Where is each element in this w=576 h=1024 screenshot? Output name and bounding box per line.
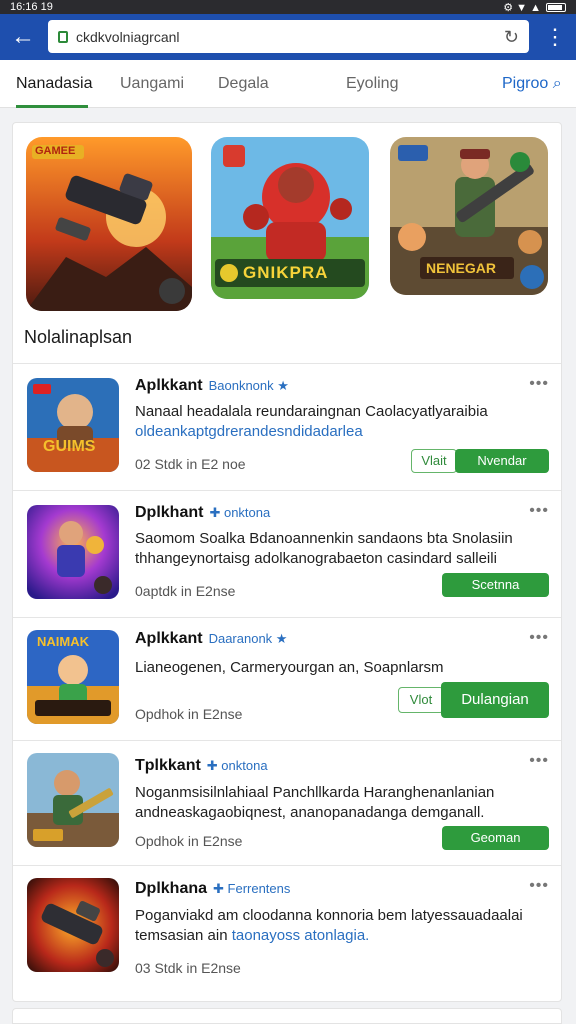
url-text: ckdkvolniagrcanl <box>76 28 180 45</box>
status-bar: 16:16 19 ⚙ ▼ ▲ <box>0 0 576 14</box>
app-meta: 03 Stdk in E2nse <box>135 960 241 976</box>
desc-highlight: taonayoss atonlagia. <box>231 927 370 944</box>
app-title: Aplkkant Baonknonk ★ <box>135 377 289 395</box>
app-description: Nanaal headalala reundaraingnan Caolacya… <box>135 402 545 442</box>
app-description: Saomom Soalka Bdanoannenkin sandaons bta… <box>135 530 513 567</box>
app-title-text: Aplkkant <box>135 630 203 647</box>
featured-caption: NENEGAR <box>426 260 497 276</box>
more-options-icon[interactable]: ••• <box>529 629 549 647</box>
secondary-button[interactable]: Vlot <box>398 687 444 713</box>
app-tag: Baonknonk ★ <box>208 378 289 393</box>
more-options-icon[interactable]: ••• <box>529 375 549 393</box>
status-icons-text: ⚙ ▼ ▲ <box>503 1 541 14</box>
app-title: Tplkkant ✚ onktona <box>135 757 268 775</box>
app-thumbnail: NAIMAK <box>27 630 119 724</box>
primary-button[interactable]: Dulangian <box>441 682 549 718</box>
app-title-text: Tplkkant <box>135 757 201 774</box>
more-options-icon[interactable]: ••• <box>529 752 549 770</box>
lock-icon <box>58 30 68 43</box>
more-options-icon[interactable]: ••• <box>529 502 549 520</box>
app-tag: ✚ onktona <box>206 758 268 773</box>
secondary-button[interactable]: Vlait <box>411 449 457 473</box>
tab-pigroo[interactable]: Pigroo ⌕ <box>502 60 562 108</box>
overflow-menu-icon[interactable]: ⋮ <box>544 24 566 50</box>
back-arrow-icon[interactable]: ← <box>0 14 46 60</box>
app-title-text: Dplkhant <box>135 504 204 521</box>
primary-button[interactable]: Nvendar <box>455 449 549 473</box>
search-icon: ⌕ <box>548 75 562 92</box>
featured-badge: GAMEE <box>35 145 76 157</box>
featured-game-1-art <box>26 137 192 311</box>
status-time: 16:16 19 <box>10 1 53 13</box>
list-item[interactable]: Tplkkant ✚ onktona ••• Noganmsisilnlahiaa… <box>13 741 561 865</box>
category-tabs: Nanadasia Uangami Degala Eyoling Pigroo … <box>0 60 576 108</box>
app-title: Dplkhana ✚ Ferrentens <box>135 880 290 898</box>
tab-eyoling[interactable]: Eyoling <box>346 60 398 108</box>
list-item[interactable]: GUIMS Aplkkant Baonknonk ★ ••• Nanaal hea… <box>13 364 561 490</box>
browser-toolbar: ← ckdkvolniagrcanl ↻ ⋮ <box>0 14 576 60</box>
app-title-text: Aplkkant <box>135 377 203 394</box>
desc-highlight: oldeankaptgdrerandesndidadarlea <box>135 423 363 440</box>
app-thumbnail <box>27 753 119 847</box>
featured-game-3[interactable]: NENEGAR <box>390 137 548 295</box>
app-title: Aplkkant Daaranonk ★ <box>135 630 287 648</box>
featured-caption: GNIKPRA <box>243 263 329 282</box>
desc-text: Nanaal headalala reundaraingnan Caolacya… <box>135 403 488 420</box>
thumb-caption: GUIMS <box>43 438 96 455</box>
battery-icon <box>546 2 566 12</box>
app-tag: ✚ onktona <box>209 505 271 520</box>
refresh-icon[interactable]: ↻ <box>504 27 519 48</box>
app-tag: ✚ Ferrentens <box>213 881 291 896</box>
more-options-icon[interactable]: ••• <box>529 877 549 895</box>
tab-pigroo-label: Pigroo <box>502 75 549 92</box>
app-title-text: Dplkhana <box>135 880 208 897</box>
featured-game-1[interactable]: GAMEE <box>26 137 192 311</box>
primary-button[interactable]: Scetnna <box>442 573 549 597</box>
app-meta: 0aptdk in E2nse <box>135 583 236 599</box>
next-card-peek <box>12 1008 562 1024</box>
app-description: Lianeogenen, Carmeryourgan an, Soapnlars… <box>135 659 444 676</box>
app-meta: 02 Stdk in E2 noe <box>135 456 246 472</box>
primary-button[interactable]: Geoman <box>442 826 549 850</box>
list-item[interactable]: Dplkhana ✚ Ferrentens ••• Poganviakd am c… <box>13 866 561 996</box>
list-item[interactable]: NAIMAK Aplkkant Daaranonk ★ ••• Lianeogen… <box>13 618 561 740</box>
featured-game-2[interactable]: GNIKPRA <box>211 137 369 299</box>
thumb-caption: NAIMAK <box>37 634 89 649</box>
tab-uangami[interactable]: Uangami <box>120 60 184 108</box>
app-thumbnail <box>27 878 119 972</box>
tab-nanadasia[interactable]: Nanadasia <box>16 60 93 108</box>
app-thumbnail: GUIMS <box>27 378 119 472</box>
app-tag: Daaranonk ★ <box>208 631 288 646</box>
list-item[interactable]: Dplkhant ✚ onktona ••• Saomom Soalka Bdan… <box>13 491 561 617</box>
status-icons: ⚙ ▼ ▲ <box>503 1 566 14</box>
app-thumbnail <box>27 505 119 599</box>
address-bar[interactable]: ckdkvolniagrcanl ↻ <box>48 20 529 53</box>
app-description: Noganmsisilnlahiaal Panchllkarda Harangh… <box>135 784 495 821</box>
app-description: Poganviakd am cloodanna konnoria bem lat… <box>135 906 545 946</box>
app-meta: Opdhok in E2nse <box>135 706 243 722</box>
app-title: Dplkhant ✚ onktona <box>135 504 270 522</box>
tab-degala[interactable]: Degala <box>218 60 269 108</box>
app-meta: Opdhok in E2nse <box>135 833 243 849</box>
content-card: GAMEE GNIKPRA NENEGAR Nolalinaplsan GUIM… <box>12 122 562 1002</box>
section-title: Nolalinaplsan <box>24 327 133 347</box>
